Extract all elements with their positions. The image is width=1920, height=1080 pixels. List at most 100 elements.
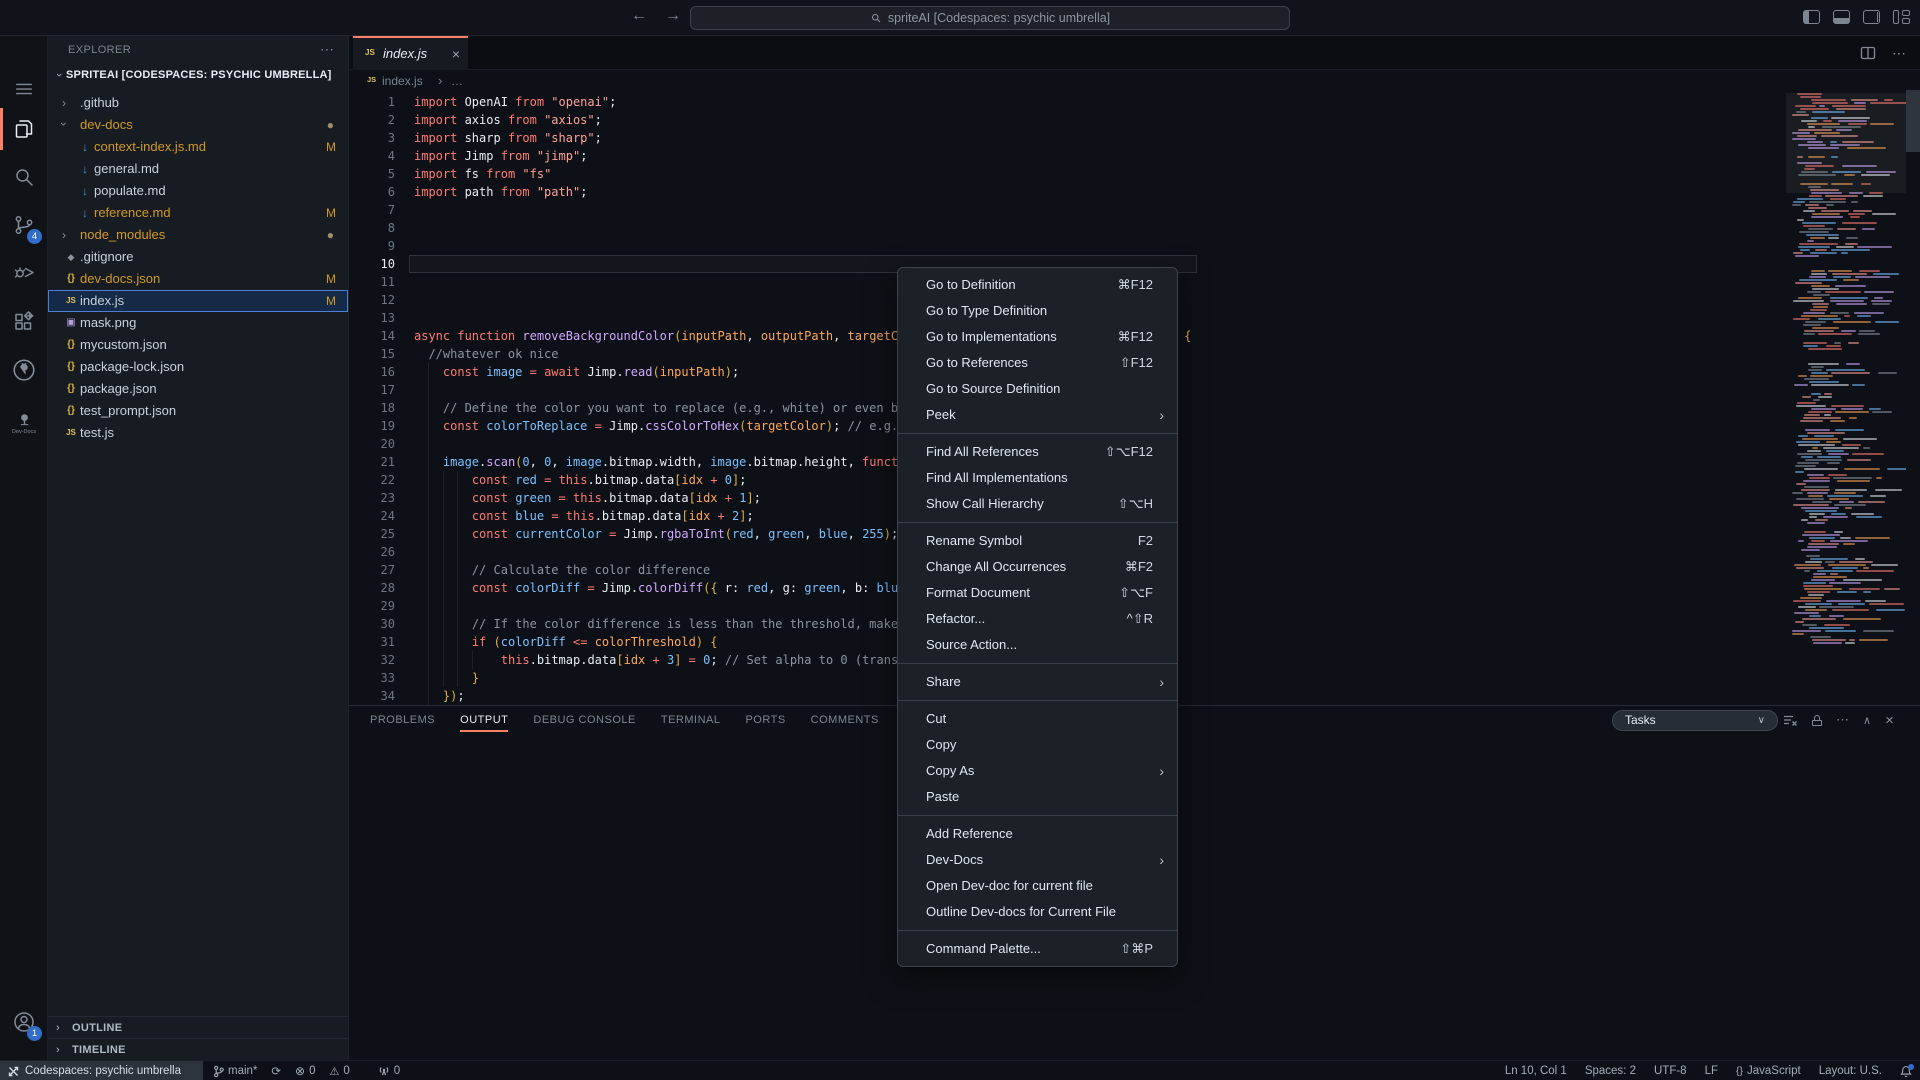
menu-item-open-dev-doc-for-current-file[interactable]: Open Dev-doc for current file (898, 873, 1177, 899)
toggle-sidebar-icon[interactable] (1803, 10, 1820, 24)
lock-icon[interactable] (1812, 714, 1822, 726)
back-arrow-icon[interactable]: ← (628, 7, 650, 25)
tree-item-context-index-js-md[interactable]: ↓ context-index.js.md M (48, 136, 348, 158)
section-timeline[interactable]: › TIMELINE (48, 1038, 348, 1060)
menu-item-refactor-[interactable]: Refactor... ^⇧R (898, 606, 1177, 632)
explorer-more-icon[interactable]: ⋯ (320, 41, 334, 58)
tree-item-reference-md[interactable]: ↓ reference.md M (48, 202, 348, 224)
more-actions-icon[interactable]: ⋯ (1836, 712, 1849, 728)
menu-item-share[interactable]: Share › (898, 669, 1177, 695)
tree-item-index-js[interactable]: JS index.js M (48, 290, 348, 312)
menu-item-dev-docs[interactable]: Dev-Docs › (898, 847, 1177, 873)
tree-item--github[interactable]: › .github (48, 92, 348, 114)
output-channel-label: Tasks (1625, 713, 1656, 727)
menu-item-go-to-definition[interactable]: Go to Definition ⌘F12 (898, 272, 1177, 298)
status-javascript[interactable]: {} JavaScript (1736, 1065, 1801, 1077)
remote-indicator[interactable]: Codespaces: psychic umbrella (0, 1061, 203, 1080)
menu-item-find-all-implementations[interactable]: Find All Implementations (898, 465, 1177, 491)
menu-item-go-to-implementations[interactable]: Go to Implementations ⌘F12 (898, 324, 1177, 350)
menu-shortcut: ⇧⌥F12 (1104, 444, 1153, 459)
breadcrumb-symbol[interactable]: … (451, 74, 463, 88)
toggle-secondary-sidebar-icon[interactable] (1863, 10, 1880, 24)
split-editor-icon[interactable] (1860, 45, 1876, 61)
menu-item-go-to-type-definition[interactable]: Go to Type Definition (898, 298, 1177, 324)
tree-item-test-js[interactable]: JS test.js (48, 422, 348, 444)
menu-item-command-palette-[interactable]: Command Palette... ⇧⌘P (898, 936, 1177, 962)
panel-tab-debug-console[interactable]: DEBUG CONSOLE (533, 706, 635, 734)
tree-item-mask-png[interactable]: ▣ mask.png (48, 312, 348, 334)
menu-shortcut: ⇧⌘P (1120, 941, 1153, 956)
status-errors[interactable]: ⊗ 0 (295, 1064, 315, 1078)
indent-guide (428, 525, 430, 543)
activity-item-source-control[interactable]: 4 (0, 202, 48, 248)
breadcrumb[interactable]: JS index.js › … (349, 70, 1920, 93)
output-channel-select[interactable]: Tasks ∨ (1612, 710, 1778, 731)
activity-item-github[interactable] (0, 347, 48, 393)
menu-item-outline-dev-docs-for-current-file[interactable]: Outline Dev-docs for Current File (898, 899, 1177, 925)
menu-item-rename-symbol[interactable]: Rename Symbol F2 (898, 528, 1177, 554)
menu-item-go-to-references[interactable]: Go to References ⇧F12 (898, 350, 1177, 376)
panel-tab-output[interactable]: OUTPUT (460, 706, 509, 734)
customize-layout-icon[interactable] (1893, 10, 1910, 24)
status-warnings[interactable]: ⚠ 0 (330, 1065, 350, 1078)
status-ln-10-col-1[interactable]: Ln 10, Col 1 (1505, 1065, 1567, 1077)
tree-item-mycustom-json[interactable]: {} mycustom.json (48, 334, 348, 356)
panel-tab-ports[interactable]: PORTS (745, 706, 785, 734)
activity-item-dev-docs[interactable]: Dev-Docs (0, 398, 48, 440)
menu-item-copy-as[interactable]: Copy As › (898, 758, 1177, 784)
git-file-icon: ◆ (67, 252, 75, 262)
tree-item-dev-docs[interactable]: › dev-docs ● (48, 114, 348, 136)
tree-item-node-modules[interactable]: › node_modules ● (48, 224, 348, 246)
maximize-panel-icon[interactable]: ∧ (1863, 714, 1871, 727)
menu-item-format-document[interactable]: Format Document ⇧⌥F (898, 580, 1177, 606)
tree-item-general-md[interactable]: ↓ general.md (48, 158, 348, 180)
status-utf-8[interactable]: UTF-8 (1654, 1065, 1687, 1077)
status-sync[interactable]: ⟳ (271, 1064, 281, 1078)
minimap[interactable] (1786, 93, 1906, 653)
status-layout-u-s-[interactable]: Layout: U.S. (1819, 1065, 1882, 1077)
menu-item-cut[interactable]: Cut (898, 706, 1177, 732)
menu-item-paste[interactable]: Paste (898, 784, 1177, 810)
menu-item-change-all-occurrences[interactable]: Change All Occurrences ⌘F2 (898, 554, 1177, 580)
workspace-section-header[interactable]: › SPRITEAI [CODESPACES: PSYCHIC UMBRELLA… (48, 64, 348, 86)
menu-item-go-to-source-definition[interactable]: Go to Source Definition (898, 376, 1177, 402)
tab-index-js[interactable]: JS index.js × (353, 36, 468, 70)
more-actions-icon[interactable]: ⋯ (1892, 45, 1906, 61)
menu-item-add-reference[interactable]: Add Reference (898, 821, 1177, 847)
clear-output-icon[interactable] (1783, 714, 1798, 727)
menu-item-source-action-[interactable]: Source Action... (898, 632, 1177, 658)
activity-item-run-debug[interactable] (0, 249, 48, 295)
menu-item-show-call-hierarchy[interactable]: Show Call Hierarchy ⇧⌥H (898, 491, 1177, 517)
panel-tab-terminal[interactable]: TERMINAL (661, 706, 721, 734)
close-panel-icon[interactable]: × (1885, 712, 1894, 729)
menu-item-peek[interactable]: Peek › (898, 402, 1177, 428)
breadcrumb-file[interactable]: index.js (382, 74, 423, 88)
status-notifications[interactable] (1900, 1063, 1914, 1078)
panel-tab-problems[interactable]: PROBLEMS (370, 706, 435, 734)
toggle-panel-icon[interactable] (1833, 10, 1850, 24)
tree-item--gitignore[interactable]: ◆ .gitignore (48, 246, 348, 268)
editor-scrollbar[interactable] (1906, 90, 1920, 152)
tree-item-package-json[interactable]: {} package.json (48, 378, 348, 400)
menu-item-find-all-references[interactable]: Find All References ⇧⌥F12 (898, 439, 1177, 465)
status-branch[interactable]: main* (213, 1065, 257, 1078)
section-outline[interactable]: › OUTLINE (48, 1016, 348, 1038)
indent-guide (471, 651, 473, 669)
command-center-search[interactable]: spriteAI [Codespaces: psychic umbrella] (690, 6, 1290, 30)
activity-item-search[interactable] (0, 154, 48, 200)
menu-item-copy[interactable]: Copy (898, 732, 1177, 758)
tree-item-test-prompt-json[interactable]: {} test_prompt.json (48, 400, 348, 422)
status-spaces-2[interactable]: Spaces: 2 (1585, 1065, 1636, 1077)
line-number: 7 (387, 203, 395, 217)
status-lf[interactable]: LF (1705, 1065, 1718, 1077)
tree-item-package-lock-json[interactable]: {} package-lock.json (48, 356, 348, 378)
tree-item-populate-md[interactable]: ↓ populate.md (48, 180, 348, 202)
activity-item-explorer[interactable] (0, 106, 48, 152)
activity-item-extensions[interactable] (0, 299, 48, 345)
tree-item-dev-docs-json[interactable]: {} dev-docs.json M (48, 268, 348, 290)
tab-close-icon[interactable]: × (452, 46, 460, 62)
panel-tab-comments[interactable]: COMMENTS (811, 706, 879, 734)
status-ports[interactable]: 0 (378, 1065, 400, 1077)
forward-arrow-icon[interactable]: → (662, 7, 684, 25)
activity-item-account[interactable]: 1 (0, 999, 48, 1045)
